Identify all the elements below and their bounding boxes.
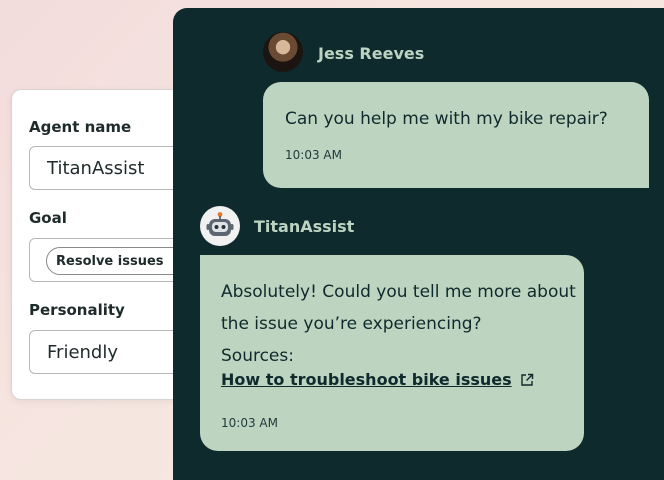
bot-message-line2: the issue you’re experiencing? bbox=[221, 314, 482, 334]
personality-value: Friendly bbox=[47, 342, 119, 363]
bot-message-bubble: Absolutely! Could you tell me more about… bbox=[200, 255, 584, 451]
goal-chip-label: Resolve issues bbox=[56, 253, 164, 269]
agent-name-value: TitanAssist bbox=[47, 158, 145, 179]
robot-icon-graphic bbox=[206, 212, 234, 236]
user-message-text: Can you help me with my bike repair? bbox=[285, 109, 608, 129]
user-avatar bbox=[263, 32, 303, 72]
source-link[interactable]: How to troubleshoot bike issues bbox=[221, 370, 512, 389]
bot-message-time: 10:03 AM bbox=[221, 416, 278, 430]
agent-name-label: Agent name bbox=[29, 118, 132, 136]
external-link-icon[interactable] bbox=[520, 373, 534, 387]
user-message-bubble: Can you help me with my bike repair? 10:… bbox=[263, 82, 649, 188]
sources-label: Sources: bbox=[221, 346, 294, 366]
personality-label: Personality bbox=[29, 301, 125, 319]
source-link-row: How to troubleshoot bike issues bbox=[221, 370, 534, 389]
user-name: Jess Reeves bbox=[318, 44, 425, 63]
user-message-time: 10:03 AM bbox=[285, 148, 342, 162]
goal-chip: Resolve issues × bbox=[46, 247, 193, 275]
bot-name: TitanAssist bbox=[254, 217, 355, 236]
robot-icon bbox=[200, 206, 240, 246]
bot-message-line1: Absolutely! Could you tell me more about bbox=[221, 282, 576, 302]
chat-panel: Jess Reeves Can you help me with my bike… bbox=[173, 8, 664, 480]
goal-label: Goal bbox=[29, 209, 67, 227]
